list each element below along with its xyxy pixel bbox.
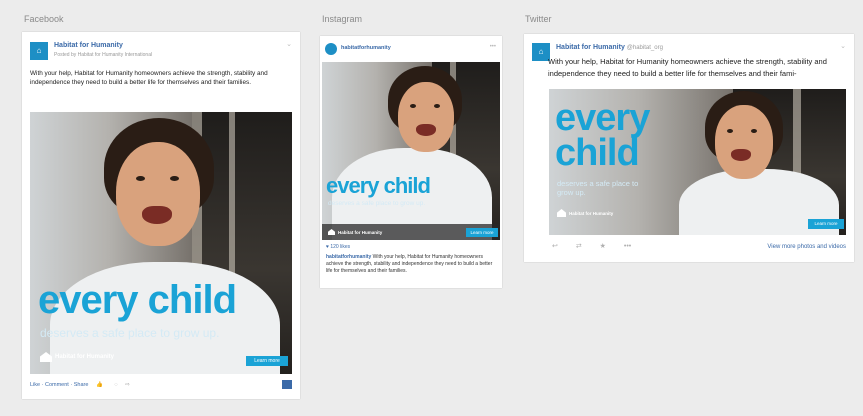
habitat-logo: Habitat for Humanity	[328, 229, 382, 235]
instagram-likes-count: 120 likes	[330, 244, 351, 250]
twitter-header: Habitat for Humanity @habitat_org	[556, 44, 663, 51]
instagram-learn-more-button[interactable]: Learn more	[466, 228, 498, 237]
instagram-ad-subline: deserves a safe place to grow up.	[328, 200, 426, 207]
share-link[interactable]: Share	[74, 382, 89, 388]
twitter-name[interactable]: Habitat for Humanity	[556, 44, 625, 51]
thumb-icon: 👍	[95, 382, 103, 388]
house-icon	[557, 209, 566, 217]
twitter-handle[interactable]: @habitat_org	[627, 45, 663, 51]
twitter-ad-headline: every child	[555, 97, 650, 174]
favorite-icon[interactable]: ★	[600, 243, 606, 250]
facebook-action-bar: Like · Comment · Share 👍 ◌ ⇨	[30, 382, 130, 388]
heart-icon: ♥	[326, 244, 329, 250]
facebook-ad-card: ⌂ Habitat for Humanity Posted by Habitat…	[22, 32, 300, 399]
facebook-ad-image[interactable]: every child deserves a safe place to gro…	[30, 112, 292, 374]
more-icon[interactable]: •••	[624, 243, 631, 250]
facebook-learn-more-button[interactable]: Learn more	[246, 356, 288, 366]
instagram-ad-headline: every child	[326, 173, 431, 198]
facebook-logo-text: Habitat for Humanity	[55, 354, 115, 360]
view-more-link[interactable]: View more photos and videos	[767, 244, 846, 250]
twitter-action-bar: ↩ ⇄ ★ •••	[552, 242, 631, 250]
like-link[interactable]: Like	[30, 382, 40, 388]
twitter-ad-image[interactable]: every child deserves a safe place to gro…	[549, 89, 846, 235]
habitat-logo: Habitat for Humanity	[557, 209, 613, 217]
twitter-ad-headline-line-1: every	[555, 97, 650, 139]
chevron-down-icon[interactable]: ⌄	[286, 40, 292, 48]
chevron-down-icon[interactable]: ⌄	[840, 42, 846, 50]
more-icon[interactable]: •••	[490, 44, 496, 50]
reply-icon[interactable]: ↩	[552, 243, 558, 250]
comment-link[interactable]: Comment	[45, 382, 69, 388]
instagram-likes: ♥ 120 likes	[326, 244, 350, 250]
twitter-learn-more-button[interactable]: Learn more	[808, 219, 844, 229]
facebook-ad-subline: deserves a safe place to grow up.	[40, 326, 220, 340]
house-icon	[40, 352, 52, 362]
facebook-sponsored-text: Posted by Habitat for Humanity Internati…	[54, 52, 153, 58]
instagram-avatar[interactable]	[325, 43, 337, 55]
twitter-section-label: Twitter	[525, 14, 552, 24]
twitter-logo-text: Habitat for Humanity	[569, 210, 614, 216]
habitat-logo: Habitat for Humanity	[40, 352, 114, 362]
instagram-section-label: Instagram	[322, 14, 363, 24]
twitter-ad-headline-line-2: child	[555, 131, 640, 174]
retweet-icon[interactable]: ⇄	[576, 243, 582, 250]
twitter-tweet-text: With your help, Habitat for Humanity hom…	[548, 57, 827, 78]
instagram-logo-text: Habitat for Humanity	[338, 229, 383, 235]
instagram-handle[interactable]: habitatforhumanity	[341, 45, 391, 51]
house-icon	[328, 229, 335, 235]
instagram-ad-card: habitatforhumanity ••• every child deser…	[320, 36, 502, 288]
facebook-page-name[interactable]: Habitat for Humanity	[54, 42, 123, 49]
twitter-ad-card: ⌂ Habitat for Humanity @habitat_org ⌄ Wi…	[524, 34, 854, 262]
instagram-caption-user[interactable]: habitatforhumanity	[326, 254, 371, 260]
facebook-ad-headline: every child	[38, 278, 237, 322]
facebook-page-icon-button[interactable]	[282, 380, 292, 389]
instagram-ad-image[interactable]: every child deserves a safe place to gro…	[322, 62, 500, 240]
comment-icon: ◌	[114, 382, 118, 388]
twitter-ad-subline: deserves a safe place to grow up.	[557, 179, 639, 197]
share-icon: ⇨	[125, 382, 130, 388]
facebook-section-label: Facebook	[24, 14, 64, 24]
facebook-page-avatar[interactable]: ⌂	[30, 42, 48, 60]
facebook-post-text: With your help, Habitat for Humanity hom…	[30, 70, 268, 86]
instagram-caption: habitatforhumanity With your help, Habit…	[326, 254, 496, 275]
